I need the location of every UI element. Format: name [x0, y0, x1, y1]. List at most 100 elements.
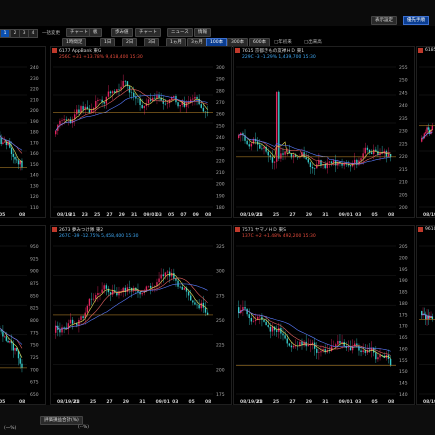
- news-button[interactable]: ニュース: [167, 28, 193, 37]
- y-tick-label: 170: [399, 324, 408, 330]
- realtime-button[interactable]: 歩み値: [111, 28, 133, 37]
- chart-panel-1[interactable]: 240 230 220 210 200 190 180 170 160 150 140 130 120 1…: [0, 46, 46, 218]
- y-tick-label: 255: [399, 65, 408, 71]
- candle-body: [7, 340, 9, 343]
- candle-body: [88, 298, 91, 306]
- candle-body: [379, 355, 381, 358]
- candle-body: [160, 274, 162, 279]
- candle-body: [95, 101, 97, 108]
- board-button[interactable]: 板: [89, 28, 102, 37]
- candle-body: [389, 154, 392, 157]
- alert-icon[interactable]: [418, 48, 423, 53]
- alert-icon[interactable]: [235, 48, 240, 53]
- candle-body: [250, 318, 253, 322]
- alert-icon[interactable]: [52, 227, 57, 232]
- candle-body: [139, 98, 141, 105]
- y-tick-label: 200: [216, 367, 225, 373]
- stock-name: 6177 AppBank 東G: [59, 49, 102, 54]
- candle-body: [80, 316, 82, 320]
- x-tick-label: 23: [82, 212, 88, 218]
- chart-panel-8[interactable]: 9610 23022021020019018017016015014013008/…: [416, 225, 435, 405]
- priority-button[interactable]: 優先手順: [403, 16, 429, 25]
- candle-body: [187, 291, 190, 296]
- candle-body: [143, 106, 146, 109]
- alert-icon[interactable]: [418, 227, 423, 232]
- chart-panel-4[interactable]: 6185 475450425400375350325300275250225200…: [416, 46, 435, 218]
- page-tab-1[interactable]: 1: [0, 29, 10, 38]
- stock-name: 7615 京都きもの友禅ＨＤ 東1: [242, 49, 305, 54]
- stock-quote: 267C -39 -12.75% 5,458,400 15:30: [59, 234, 139, 239]
- y-tick-label: 750: [30, 343, 39, 349]
- y-tick-label: 290: [216, 77, 225, 83]
- candle-body: [328, 161, 331, 163]
- moving-average-line: [0, 328, 23, 349]
- candle-body: [65, 119, 67, 120]
- candle-body: [326, 162, 329, 169]
- x-tick-label: 08/19: [423, 212, 435, 218]
- y-tick-label: 210: [399, 180, 408, 186]
- chart-panel-6[interactable]: 2673 夢みつけ隊 東2 267C -39 -12.75% 5,458,400 …: [50, 225, 232, 405]
- moving-average-line: [0, 134, 23, 151]
- pl-total-field: 評価損益合計(%): [40, 416, 83, 425]
- chart-panel-5[interactable]: 9509259008758508258007757507257006756500…: [0, 225, 46, 405]
- panel-header: 7571 ヤマノＨＤ 東S 137C +2 +1.48% 492,200 15:3…: [234, 226, 414, 242]
- candle-body: [181, 286, 183, 290]
- x-tick-label: 07: [180, 212, 186, 218]
- y-tick-label: 220: [30, 87, 39, 93]
- candle-body: [273, 161, 276, 163]
- candle-body: [111, 290, 114, 295]
- ytd-checkbox[interactable]: □年初来: [274, 39, 292, 45]
- candle-body: [387, 154, 390, 157]
- bulk-change-label[interactable]: 一括変更: [42, 30, 60, 36]
- y-tick-label: 150: [30, 162, 39, 168]
- candle-body: [179, 104, 181, 107]
- y-tick-label: 180: [30, 130, 39, 136]
- display-settings-button[interactable]: 表示設定: [371, 16, 397, 25]
- candle-body: [200, 302, 202, 309]
- y-tick-label: 250: [216, 318, 225, 324]
- page-tab-4[interactable]: 4: [28, 29, 38, 38]
- candle-body: [82, 106, 84, 110]
- bottom-bar: 評価損益合計(%) (一%) (--%): [0, 405, 435, 435]
- candle-body: [246, 308, 248, 315]
- candle-body: [97, 293, 99, 296]
- y-tick-label: 185: [399, 290, 408, 296]
- y-tick-label: 205: [399, 192, 408, 198]
- chart-panel-7[interactable]: 7571 ヤマノＨＤ 東S 137C +2 +1.48% 492,200 15:3…: [233, 225, 415, 405]
- candle-body: [364, 147, 366, 154]
- candle-body: [307, 159, 310, 163]
- y-tick-label: 200: [399, 205, 408, 211]
- volume-checkbox[interactable]: □出来高: [304, 39, 322, 45]
- y-tick-label: 210: [216, 170, 225, 176]
- y-tick-label: 160: [30, 151, 39, 157]
- candle-body: [389, 358, 392, 366]
- alert-icon[interactable]: [52, 48, 57, 53]
- candle-body: [141, 292, 143, 295]
- y-tick-label: 225: [399, 141, 408, 147]
- pl-percent-right: (--%): [78, 425, 90, 430]
- candle-body: [206, 312, 209, 315]
- candle-body: [261, 316, 263, 320]
- x-tick-label: 09/01: [339, 212, 353, 218]
- y-tick-label: 220: [216, 158, 225, 164]
- chart-grid-lines: [236, 66, 396, 208]
- x-tick-label: 31: [131, 212, 137, 218]
- chart-panel-2[interactable]: 6177 AppBank 東G 256C +31 +13.78% 9,418,40…: [50, 46, 232, 218]
- candle-body: [259, 316, 261, 318]
- y-tick-label: 225: [216, 343, 225, 349]
- candle-body: [368, 349, 371, 351]
- info-button[interactable]: 情報: [194, 28, 211, 37]
- candle-body: [82, 316, 84, 319]
- chart2-button[interactable]: チャート: [135, 28, 161, 37]
- y-tick-label: 250: [399, 78, 408, 84]
- y-tick-label: 245: [399, 90, 408, 96]
- candle-body: [375, 352, 377, 360]
- candle-body: [269, 326, 272, 332]
- alert-icon[interactable]: [235, 227, 240, 232]
- candle-body: [69, 319, 72, 324]
- chart-panel-3[interactable]: 7615 京都きもの友禅ＨＤ 東1 229C -3 -1.29% 1,439,70…: [233, 46, 415, 218]
- candle-body: [337, 340, 339, 345]
- y-tick-label: 190: [216, 193, 225, 199]
- candle-body: [275, 91, 278, 162]
- pl-percent-left: (一%): [4, 426, 17, 431]
